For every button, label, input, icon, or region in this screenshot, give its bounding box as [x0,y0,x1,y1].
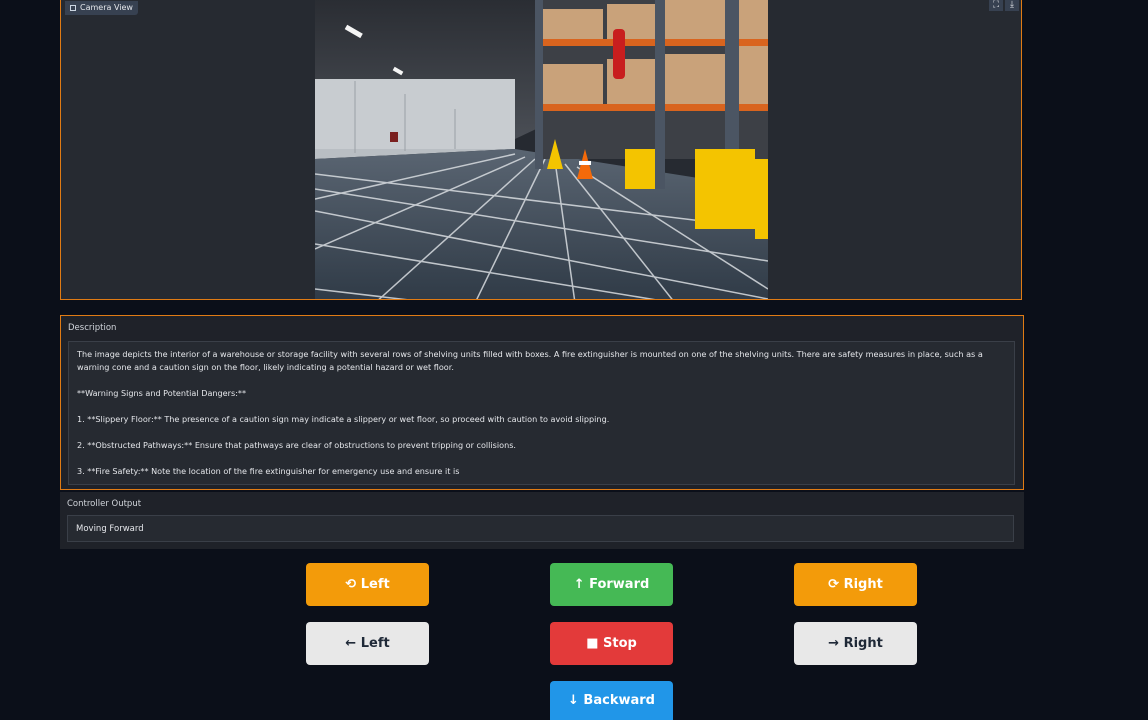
description-paragraph: 1. **Slippery Floor:** The presence of a… [77,414,610,424]
camera-view-label: Camera View [65,1,138,15]
camera-image [315,0,768,299]
description-textbox[interactable]: The image depicts the interior of a ware… [68,341,1015,485]
camera-view-label-text: Camera View [80,3,133,12]
description-label: Description [68,323,117,333]
forward-button[interactable]: ↑ Forward [550,563,673,606]
stop-button[interactable]: ■ Stop [550,622,673,665]
download-icon[interactable]: ⤓ [1005,0,1019,11]
rotate-left-button[interactable]: ⟲ Left [306,563,429,606]
camera-actions: ⛶ ⤓ [989,0,1019,11]
controller-output-label: Controller Output [67,499,142,509]
description-paragraph: The image depicts the interior of a ware… [77,349,983,372]
rotate-right-button[interactable]: ⟳ Right [794,563,917,606]
image-icon [70,5,76,11]
left-button[interactable]: ← Left [306,622,429,665]
controller-output-field[interactable]: Moving Forward [67,515,1014,542]
description-paragraph: **Warning Signs and Potential Dangers:** [77,388,247,398]
description-paragraph: 3. **Fire Safety:** Note the location of… [77,466,460,476]
description-panel: Description The image depicts the interi… [60,315,1024,490]
fullscreen-icon[interactable]: ⛶ [989,0,1003,11]
description-paragraph: 2. **Obstructed Pathways:** Ensure that … [77,440,516,450]
camera-view-panel: Camera View ⛶ ⤓ [60,0,1022,300]
backward-button[interactable]: ↓ Backward [550,681,673,720]
controller-output-panel: Controller Output Moving Forward [60,492,1024,549]
warehouse-scene [315,0,768,299]
right-button[interactable]: → Right [794,622,917,665]
